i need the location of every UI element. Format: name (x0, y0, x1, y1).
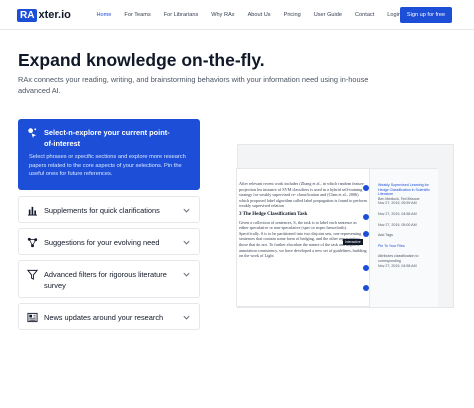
feature-card-news-updates[interactable]: News updates around your research (18, 303, 200, 330)
sidebar-entry: Nov 27, 2019, 05:00 AM (378, 223, 435, 228)
related-papers-sidebar: Weakly Supervised Learning for Hedge Cla… (369, 169, 438, 307)
nav-link-why-rax[interactable]: Why RAx (205, 12, 241, 18)
chevron-down-icon (183, 208, 190, 213)
cursor-sparkle-icon (28, 128, 37, 138)
nav-link-user-guide[interactable]: User Guide (307, 12, 348, 18)
nav-link-about-us[interactable]: About Us (241, 12, 277, 18)
sidebar-marker-icon (363, 231, 369, 237)
sidebar-entry: Add Tags (378, 233, 435, 238)
feature-title: Select-n-explore your current point-of-i… (44, 128, 170, 148)
feature-card-select-n-explore[interactable]: Select-n-explore your current point-of-i… (18, 119, 200, 190)
feature-card-suggestions[interactable]: Suggestions for your evolving need (18, 228, 200, 255)
top-navbar: RA xter.io Home For Teams For Librarians … (0, 0, 474, 30)
signup-button[interactable]: Sign up for free (400, 7, 452, 23)
chevron-down-icon (183, 272, 190, 277)
document-paragraph: After relevant recent work includes (Zha… (239, 181, 367, 209)
entry-title: Attributes classification to correspondi… (378, 254, 419, 263)
feature-card-supplements[interactable]: Supplements for quick clarifications (18, 196, 200, 223)
entry-date: Nov 27, 2019, 05:00 AM (378, 222, 417, 227)
sidebar-marker-icon (363, 214, 369, 220)
entry-title: Pin To Your Files (378, 243, 405, 248)
logo-text: xter.io (38, 9, 71, 21)
nav-link-for-teams[interactable]: For Teams (118, 12, 157, 18)
selection-tag: Interactive (343, 239, 363, 245)
sidebar-entry: Pin To Your Files (378, 244, 435, 249)
filter-icon (27, 269, 38, 280)
feature-title: Advanced filters for rigorous literature… (44, 270, 167, 290)
feature-title: Supplements for quick clarifications (44, 206, 160, 215)
site-logo[interactable]: RA xter.io (17, 7, 71, 23)
entry-date: Nov 27, 2019, 04:58 AM (378, 263, 417, 268)
product-screenshot: After relevant recent work includes (Zha… (236, 168, 438, 307)
sidebar-marker-icon (363, 285, 369, 291)
nav-link-pricing[interactable]: Pricing (277, 12, 307, 18)
entry-date: Nov 27, 2019, 04:58 AM (378, 211, 417, 216)
chevron-down-icon (183, 240, 190, 245)
bar-chart-icon (27, 206, 38, 216)
nav-link-for-librarians[interactable]: For Librarians (157, 12, 205, 18)
sidebar-marker-icon (363, 185, 369, 191)
nav-links: Home For Teams For Librarians Why RAx Ab… (90, 0, 407, 30)
document-heading: 3 The Hedge Classification Task (239, 211, 308, 217)
entry-title: Weakly Supervised Learning for Hedge Cla… (378, 183, 430, 197)
feature-card-advanced-filters[interactable]: Advanced filters for rigorous literature… (18, 260, 200, 298)
chevron-down-icon (183, 315, 190, 320)
entry-date: Nov 27, 2019, 05:59 AM (378, 201, 417, 206)
newspaper-icon (27, 312, 38, 323)
logo-mark: RA (17, 8, 38, 22)
feature-title: News updates around your research (44, 313, 164, 322)
sidebar-entry: Nov 27, 2019, 04:58 AM (378, 212, 435, 217)
sidebar-entry: Attributes classification to correspondi… (378, 254, 435, 268)
nav-link-home[interactable]: Home (90, 12, 118, 18)
sidebar-entry: Weakly Supervised Learning for Hedge Cla… (378, 183, 435, 206)
hero-subtitle: RAx connects your reading, writing, and … (18, 75, 369, 95)
hero-title: Expand knowledge on-the-fly. (18, 50, 265, 70)
nav-link-contact[interactable]: Contact (349, 12, 381, 18)
feature-title: Suggestions for your evolving need (44, 238, 160, 247)
network-icon (27, 237, 38, 248)
feature-description: Select phrases or specific sections and … (29, 154, 186, 177)
sidebar-marker-icon (363, 265, 369, 271)
entry-title: Add Tags (378, 233, 393, 238)
